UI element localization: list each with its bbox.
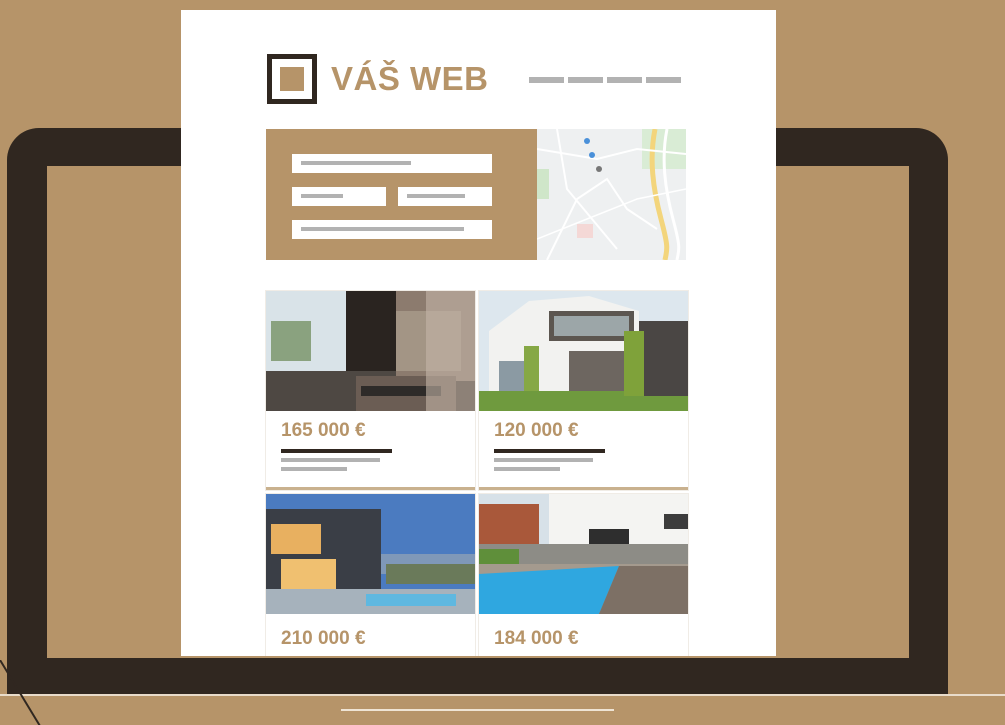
website-mockup: VÁŠ WEB 165 000 € 120 000 € 210 000 € 18… bbox=[181, 10, 776, 656]
laptop-notch bbox=[341, 709, 614, 711]
listing-photo bbox=[266, 494, 475, 614]
listing-text-placeholder bbox=[494, 467, 560, 471]
search-field-price-from[interactable] bbox=[292, 187, 386, 206]
listing-price: 210 000 € bbox=[281, 628, 366, 649]
search-panel bbox=[266, 129, 538, 260]
site-logo-text: VÁŠ WEB bbox=[331, 60, 489, 97]
laptop-base-line bbox=[0, 694, 1005, 696]
nav-item[interactable] bbox=[607, 77, 642, 83]
nav-item[interactable] bbox=[529, 77, 564, 83]
nav-item[interactable] bbox=[568, 77, 603, 83]
listing-card[interactable]: 184 000 € bbox=[479, 494, 688, 656]
listing-photo bbox=[479, 291, 688, 411]
listing-photo bbox=[479, 494, 688, 614]
listing-title-placeholder bbox=[494, 449, 605, 453]
listing-text-placeholder bbox=[281, 458, 380, 462]
listing-photo bbox=[266, 291, 475, 411]
listing-card[interactable]: 165 000 € bbox=[266, 291, 475, 490]
nav-menu bbox=[529, 77, 681, 83]
location-map[interactable] bbox=[537, 129, 686, 260]
nav-item[interactable] bbox=[646, 77, 681, 83]
listing-text-placeholder bbox=[281, 467, 347, 471]
listing-title-placeholder bbox=[281, 449, 392, 453]
listing-price: 184 000 € bbox=[494, 628, 579, 649]
search-field-type[interactable] bbox=[292, 220, 492, 239]
map-graphic bbox=[537, 129, 686, 260]
decorative-line bbox=[0, 660, 41, 725]
logo-icon bbox=[267, 54, 317, 104]
listing-price: 120 000 € bbox=[494, 420, 579, 441]
listing-card[interactable]: 210 000 € bbox=[266, 494, 475, 656]
listing-card[interactable]: 120 000 € bbox=[479, 291, 688, 490]
search-field-location[interactable] bbox=[292, 154, 492, 173]
search-field-price-to[interactable] bbox=[398, 187, 492, 206]
listing-price: 165 000 € bbox=[281, 420, 366, 441]
listing-text-placeholder bbox=[494, 458, 593, 462]
